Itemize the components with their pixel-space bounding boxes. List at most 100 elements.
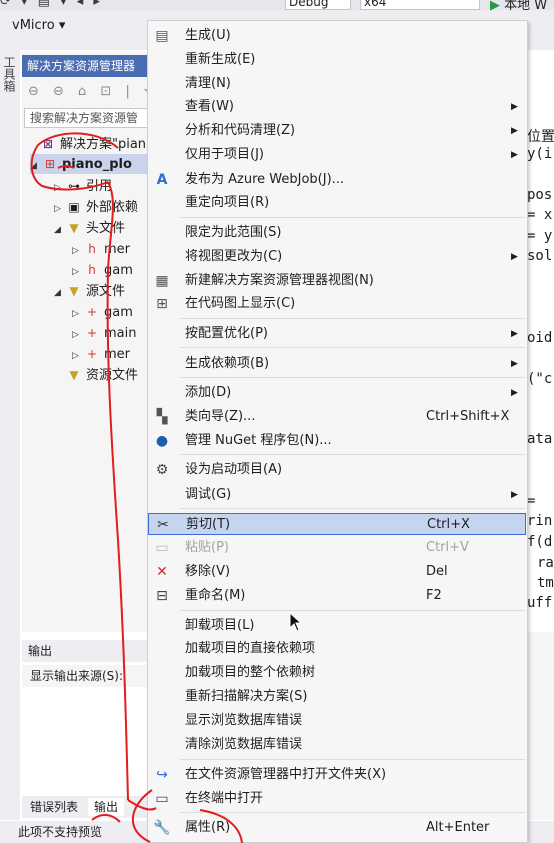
tab-output[interactable]: 输出 [88, 798, 125, 816]
solution-icon: ⊠ [42, 137, 54, 151]
menu-item-open-folder[interactable]: ↪ 在文件资源管理器中打开文件夹(X) [148, 764, 526, 786]
tree-folder-sources[interactable]: ◢ ▼ 源文件 [54, 281, 125, 301]
tree-file[interactable]: ▷ h gam [72, 260, 133, 280]
menu-item-label: 管理 NuGet 程序包(N)... [185, 433, 332, 448]
menu-item-unload[interactable]: 卸载项目(L) [148, 615, 526, 637]
menu-separator [180, 454, 525, 455]
platform-dropdown[interactable]: x64 [360, 0, 480, 10]
vmicro-menu[interactable]: vMicro ▾ [12, 18, 65, 33]
code-line: rin [527, 513, 553, 529]
tree-item-references[interactable]: ▷ ⊶ 引用 [54, 176, 112, 196]
tree-folder-headers[interactable]: ◢ ▼ 头文件 [54, 218, 125, 238]
expand-arrow-icon: ▷ [72, 309, 79, 319]
class-wizard-icon: ▚ [156, 409, 168, 425]
menu-item-rescan[interactable]: 重新扫描解决方案(S) [148, 686, 526, 708]
menu-item-class-wizard[interactable]: ▚ 类向导(Z)... Ctrl+Shift+X [148, 406, 526, 428]
tree-item-external-deps[interactable]: ▷ ▣ 外部依赖 [54, 197, 138, 217]
configuration-dropdown[interactable]: Debug [285, 0, 351, 10]
solution-explorer-toolbar[interactable]: ⊖ ⊖ ⌂ ⊡ | ⟲ [22, 80, 150, 104]
menu-item-remove[interactable]: ✕ 移除(V) Del [148, 561, 526, 583]
menu-item-analyze[interactable]: 分析和代码清理(Z) ▶ [148, 120, 526, 142]
menu-item-new-view[interactable]: ▦ 新建解决方案资源管理器视图(N) [148, 270, 526, 292]
menu-item-label: 按配置优化(P) [185, 326, 268, 341]
tree-file[interactable]: ▷ + mer [72, 344, 130, 364]
menu-item-build[interactable]: ▤ 生成(U) [148, 25, 526, 47]
menu-item-nuget[interactable]: ● 管理 NuGet 程序包(N)... [148, 430, 526, 452]
project-label: piano_plo [62, 157, 132, 172]
menu-item-cut[interactable]: ✂ 剪切(T) Ctrl+X [148, 513, 526, 535]
tree-item-label: mer [104, 347, 131, 362]
shortcut-label: Ctrl+Shift+X [426, 409, 510, 424]
cpp-file-icon: + [86, 305, 98, 319]
status-text: 此项不支持预览 [18, 825, 103, 839]
tree-item-label: 源文件 [86, 284, 126, 299]
toolbar-icons[interactable]: ⟳ ▾ ▤ ▾ ◂ ▸ [0, 0, 103, 9]
menu-item-label: 显示浏览数据库错误 [185, 713, 303, 728]
menu-item-show-db-errors[interactable]: 显示浏览数据库错误 [148, 710, 526, 732]
output-body[interactable] [22, 690, 150, 795]
filter-folder-icon: ▼ [69, 284, 79, 298]
menu-item-label: 重新扫描解决方案(S) [185, 689, 308, 704]
menu-item-rename[interactable]: ⊟ 重命名(M) F2 [148, 585, 526, 607]
menu-item-load-dep-tree[interactable]: 加载项目的整个依赖树 [148, 662, 526, 684]
tree-project[interactable]: ◢ ⊞ piano_plo [30, 154, 150, 174]
menu-item-pgo[interactable]: 按配置优化(P) ▶ [148, 323, 526, 345]
menu-item-label: 限定为此范围(S) [185, 225, 282, 240]
code-line: = y [527, 228, 553, 244]
tree-item-label: 资源文件 [86, 368, 139, 383]
tree-solution[interactable]: ⊠ 解决方案"pian [40, 134, 146, 154]
menu-item-rebuild[interactable]: 重新生成(E) [148, 49, 526, 71]
menu-item-view[interactable]: 查看(W) ▶ [148, 96, 526, 118]
menu-item-debug[interactable]: 调试(G) ▶ [148, 484, 526, 506]
code-line: ata [527, 431, 553, 447]
solution-explorer-title: 解决方案资源管理器 [22, 55, 150, 77]
menu-item-add[interactable]: 添加(D) ▶ [148, 382, 526, 404]
solution-search-input[interactable]: 搜索解决方案资源管 [24, 108, 148, 128]
menu-item-label: 查看(W) [185, 99, 234, 114]
menu-item-load-direct-deps[interactable]: 加载项目的直接依赖项 [148, 638, 526, 660]
menu-item-label: 卸载项目(L) [185, 618, 255, 633]
menu-item-label: 清除浏览数据库错误 [185, 737, 303, 752]
menu-item-publish-azure[interactable]: A 发布为 Azure WebJob(J)... [148, 169, 526, 191]
expand-arrow-icon: ▷ [54, 204, 61, 214]
submenu-arrow-icon: ▶ [511, 150, 518, 160]
code-line: ra [537, 555, 554, 571]
tab-error-list[interactable]: 错误列表 [24, 798, 84, 816]
menu-item-properties[interactable]: 🔧 属性(R) Alt+Enter [148, 817, 526, 839]
code-line: = [527, 493, 536, 509]
mouse-cursor-icon [289, 612, 303, 632]
toolbox-strip [0, 50, 20, 820]
menu-item-open-terminal[interactable]: ▭ 在终端中打开 [148, 788, 526, 810]
menu-separator [180, 217, 525, 218]
menu-item-clear-db-errors[interactable]: 清除浏览数据库错误 [148, 734, 526, 756]
menu-item-clean[interactable]: 清理(N) [148, 73, 526, 95]
tree-file[interactable]: ▷ + gam [72, 302, 133, 322]
menu-item-paste[interactable]: ▭ 粘贴(P) Ctrl+V [148, 537, 526, 559]
menu-item-build-deps[interactable]: 生成依赖项(B) ▶ [148, 353, 526, 375]
menu-item-label: 设为启动项目(A) [185, 462, 283, 477]
tree-file[interactable]: ▷ + main [72, 323, 136, 343]
menu-item-code-map[interactable]: ⊞ 在代码图上显示(C) [148, 293, 526, 315]
tree-item-label: 头文件 [86, 221, 126, 236]
menu-item-scope[interactable]: 限定为此范围(S) [148, 222, 526, 244]
menu-separator [180, 347, 525, 348]
menu-item-label: 清理(N) [185, 76, 231, 91]
code-line: ("c [527, 371, 553, 387]
cpp-file-icon: + [86, 326, 98, 340]
tree-file[interactable]: ▷ h mer [72, 239, 130, 259]
menu-item-set-startup[interactable]: ⚙ 设为启动项目(A) [148, 459, 526, 481]
shortcut-label: Alt+Enter [426, 820, 490, 835]
menu-item-label: 生成(U) [185, 28, 231, 43]
output-right-area [528, 632, 554, 820]
references-icon: ⊶ [68, 179, 80, 193]
run-button[interactable]: ▶ 本地 W [490, 0, 547, 13]
build-icon: ▤ [155, 28, 169, 44]
menu-item-retarget[interactable]: 重定向项目(R) [148, 192, 526, 214]
menu-item-change-view[interactable]: 将视图更改为(C) ▶ [148, 246, 526, 268]
code-line: tm [537, 575, 554, 591]
tree-folder-resources[interactable]: ▼ 资源文件 [66, 365, 138, 385]
wrench-icon: 🔧 [153, 820, 171, 836]
menu-item-project-only[interactable]: 仅用于项目(J) ▶ [148, 144, 526, 166]
toolbox-tab[interactable]: 工具箱 [2, 56, 18, 92]
gear-icon: ⚙ [155, 462, 169, 478]
